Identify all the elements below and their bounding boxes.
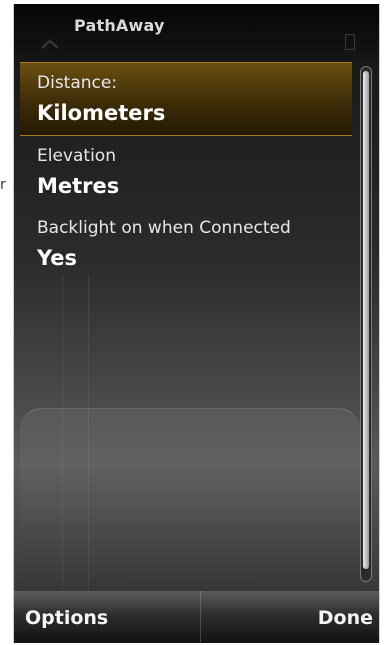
battery-icon: [345, 34, 355, 50]
done-softkey[interactable]: Done: [318, 607, 373, 629]
softkey-divider: [200, 591, 201, 643]
background-panel: [20, 408, 360, 609]
setting-label: Distance:: [37, 73, 118, 93]
options-softkey[interactable]: Options: [25, 607, 108, 629]
setting-value: Yes: [37, 246, 78, 270]
setting-item-distance[interactable]: Distance: Kilometers: [20, 62, 352, 136]
app-title: PathAway: [74, 16, 165, 35]
stray-text-fragment: r: [0, 178, 6, 192]
setting-item-backlight[interactable]: Backlight on when Connected Yes: [20, 210, 352, 280]
scrollbar-thumb[interactable]: [363, 71, 369, 569]
signal-icon: [40, 38, 60, 50]
scrollbar[interactable]: [360, 66, 372, 582]
setting-value: Kilometers: [37, 101, 166, 125]
setting-label: Elevation: [37, 146, 116, 166]
phone-screen: PathAway Distance: Kilometers Elevation …: [13, 4, 380, 643]
softkey-bar: Options Done: [14, 591, 379, 643]
setting-label: Backlight on when Connected: [37, 218, 291, 238]
setting-value: Metres: [37, 174, 120, 198]
setting-item-elevation[interactable]: Elevation Metres: [20, 138, 352, 208]
status-bar: PathAway: [14, 4, 379, 62]
